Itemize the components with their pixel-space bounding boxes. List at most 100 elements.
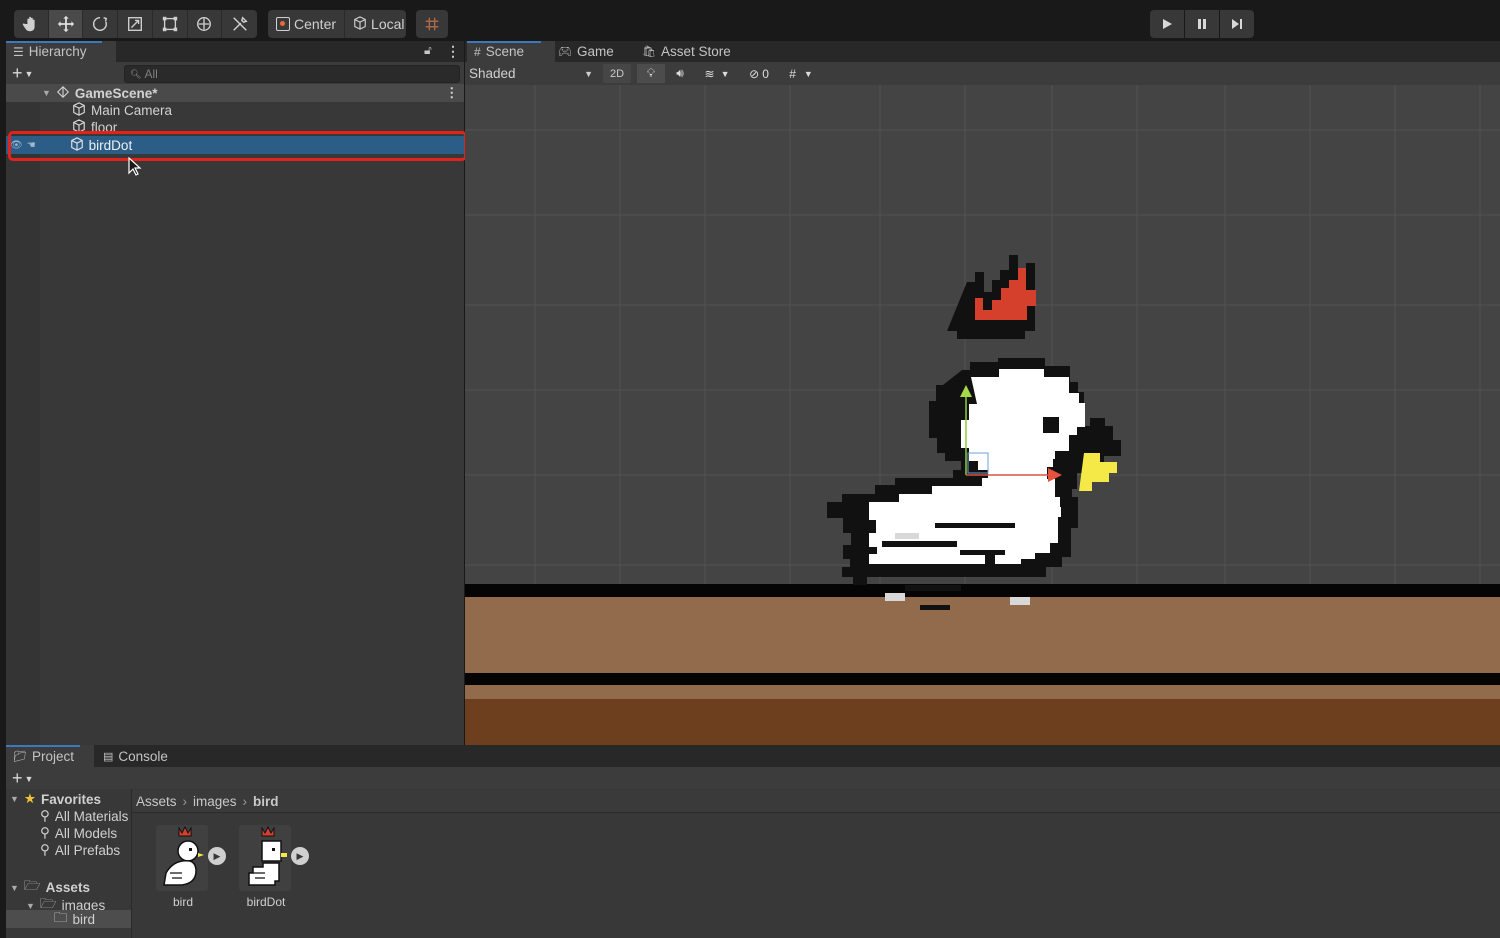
favorites-group[interactable]: ▼ ★ Favorites — [10, 791, 101, 807]
tab-console[interactable]: ▤ Console — [96, 745, 175, 767]
scene-name: GameScene* — [74, 85, 158, 101]
hand-tool-icon[interactable] — [14, 10, 49, 38]
play-preview-icon[interactable]: ▶ — [291, 847, 309, 865]
folder-bird[interactable]: 🗀︎ bird — [6, 910, 131, 928]
birddot-thumbnail-icon — [248, 825, 287, 886]
tab-console-label: Console — [118, 748, 168, 764]
scene-canvas — [465, 85, 1500, 745]
grid-icon: # — [789, 66, 796, 81]
hierarchy-search-input[interactable]: 🔍︎ All — [124, 65, 460, 83]
floor-sprite[interactable] — [465, 584, 1500, 745]
hidden-objects-toggle[interactable]: ⊘ 0 — [743, 64, 775, 83]
hierarchy-item-main-camera[interactable]: Main Camera — [6, 102, 464, 119]
asset-thumbnail — [239, 825, 291, 891]
unity-scene-icon — [56, 85, 70, 102]
tab-asset-store[interactable]: 🛍︎ Asset Store — [635, 41, 738, 62]
mouse-cursor-icon — [128, 157, 142, 176]
bird-thumbnail-icon — [163, 825, 204, 886]
tab-scene[interactable]: # Scene — [467, 41, 555, 62]
scene-row[interactable]: ▼ GameScene* ⋮ — [6, 84, 464, 102]
shading-mode-value: Shaded — [469, 66, 516, 81]
scene-viewport[interactable] — [465, 85, 1500, 745]
step-button[interactable] — [1220, 10, 1254, 38]
asset-tile-birddot[interactable]: ▶ birdDot — [239, 825, 309, 909]
tab-project[interactable]: 📁︎ Project — [6, 745, 94, 767]
plus-icon: + — [12, 63, 23, 83]
toggle-2d-button[interactable]: 2D — [603, 64, 631, 83]
breadcrumb-item[interactable]: images — [193, 794, 237, 809]
chevron-down-icon: ▼ — [10, 882, 19, 893]
search-icon: 🔍︎ — [130, 68, 142, 79]
favorite-label: All Prefabs — [54, 842, 121, 858]
hierarchy-list-icon: ☰ — [13, 44, 24, 59]
lighting-toggle[interactable]: 💡︎ — [637, 64, 665, 83]
rotate-tool-icon[interactable] — [83, 10, 119, 38]
favorite-all-materials[interactable]: ⚲ All Materials — [40, 808, 128, 824]
pivot-local-label: Local — [371, 16, 405, 32]
breadcrumb-item-current[interactable]: bird — [253, 794, 279, 809]
chevron-down-icon: ▼ — [24, 773, 34, 784]
shading-mode-dropdown[interactable]: Shaded ▼ — [469, 64, 593, 83]
pivot-local-toggle[interactable]: Local — [345, 10, 406, 38]
grid-toggle[interactable]: # ▼ — [779, 64, 823, 83]
pivot-group: Center Local — [268, 10, 406, 38]
search-icon: ⚲ — [40, 808, 50, 823]
chevron-down-icon: ▼ — [24, 68, 34, 79]
panel-menu-icon[interactable]: ⋮ — [446, 43, 460, 60]
tab-project-label: Project — [31, 748, 74, 764]
hierarchy-item-label: Main Camera — [91, 103, 173, 118]
asset-tile-bird[interactable]: ▶ bird — [156, 825, 226, 909]
transform-tools-group — [14, 10, 257, 38]
tab-hierarchy[interactable]: ☰ Hierarchy — [6, 41, 116, 62]
active-tab-indicator — [6, 41, 102, 43]
search-placeholder: All — [144, 67, 158, 81]
move-tool-icon[interactable] — [48, 10, 84, 38]
project-header — [6, 767, 1500, 789]
lock-icon[interactable]: 🔓︎ — [424, 43, 432, 58]
breadcrumb-item[interactable]: Assets — [136, 794, 177, 809]
play-preview-icon[interactable]: ▶ — [208, 847, 226, 865]
scene-panel: # Scene 🎮︎ Game 🛍︎ Asset Store Shaded ▼ … — [465, 41, 1500, 745]
bird-dot-sprite[interactable] — [827, 255, 1121, 610]
chevron-right-icon: › — [242, 793, 248, 809]
pivot-icon — [276, 17, 290, 31]
chevron-down-icon: ▼ — [720, 68, 730, 79]
favorite-label: All Models — [54, 825, 118, 841]
pivot-center-toggle[interactable]: Center — [268, 10, 346, 38]
asset-label: bird — [172, 895, 193, 909]
tab-game[interactable]: 🎮︎ Game — [551, 41, 621, 62]
create-add-button[interactable]: + ▼ — [12, 63, 33, 84]
grid-snap-icon — [416, 10, 448, 38]
chevron-down-icon: ▼ — [10, 794, 19, 804]
search-icon: ⚲ — [40, 825, 50, 840]
scale-tool-icon[interactable] — [118, 10, 153, 38]
project-panel: 📁︎ Project ▤ Console + ▼ ▼ ★ Favorites ⚲ … — [6, 745, 1500, 938]
rect-tool-icon[interactable] — [153, 10, 188, 38]
project-tabbar — [6, 745, 1500, 767]
gameobject-cube-icon — [72, 102, 91, 119]
hierarchy-tab-label: Hierarchy — [28, 44, 87, 59]
lightbulb-icon: 💡︎ — [646, 66, 656, 80]
grid-hash-icon: # — [474, 44, 481, 59]
breadcrumb: Assets › images › bird — [132, 790, 1500, 813]
grid-snap-button[interactable] — [416, 10, 448, 38]
chevron-down-icon: ▼ — [803, 68, 813, 79]
toggle-2d-label: 2D — [609, 67, 625, 80]
custom-tool-icon[interactable] — [222, 10, 257, 38]
audio-toggle[interactable]: 🔊︎ — [667, 64, 693, 83]
favorite-all-prefabs[interactable]: ⚲ All Prefabs — [40, 842, 120, 858]
search-icon: ⚲ — [40, 842, 50, 857]
pause-button[interactable] — [1185, 10, 1219, 38]
hierarchy-panel: ☰ Hierarchy 🔓︎ ⋮ + ▼ 🔍︎ All ▼ GameScene* … — [6, 41, 467, 745]
scene-menu-icon[interactable]: ⋮ — [445, 85, 459, 101]
pivot-center-label: Center — [294, 16, 337, 32]
effects-toggle[interactable]: ≋ ▼ — [695, 64, 739, 83]
play-button[interactable] — [1150, 10, 1184, 38]
local-cube-icon — [353, 15, 367, 33]
visibility-gutter — [6, 86, 40, 745]
favorite-all-models[interactable]: ⚲ All Models — [40, 825, 117, 841]
create-asset-button[interactable]: + ▼ — [12, 768, 33, 789]
transform-tool-icon[interactable] — [188, 10, 223, 38]
chevron-down-icon[interactable]: ▼ — [42, 88, 51, 98]
folder-icon: 📁︎ — [13, 750, 27, 763]
